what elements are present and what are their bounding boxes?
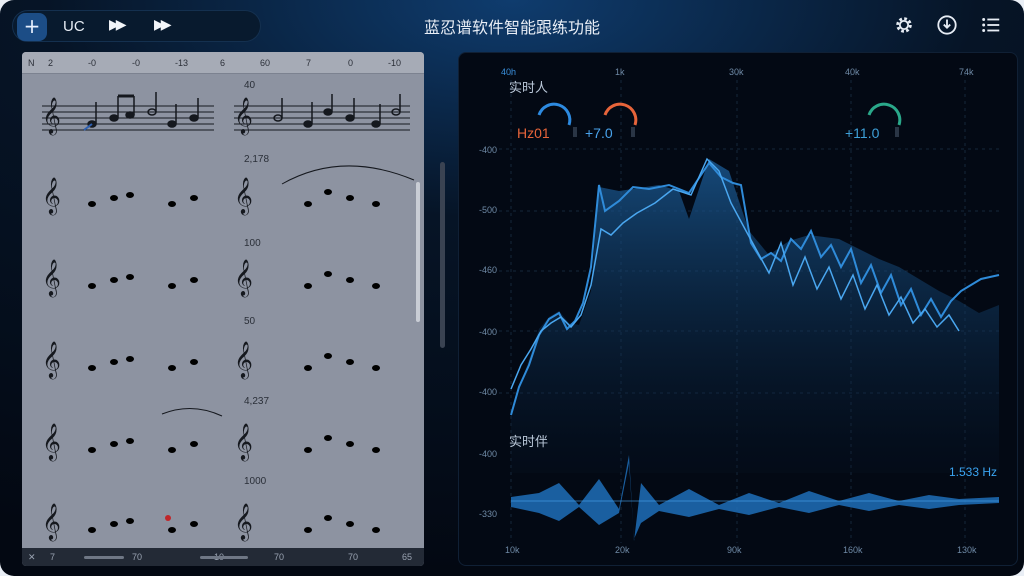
spectrum-analyzer-panel: 40h 1k 30k 40k 74k 实时人 实时伴 Hz01 +7.0 +11… [458,52,1018,566]
time-label: 90k [727,545,742,555]
close-icon[interactable]: ✕ [28,552,36,563]
staff-system [42,105,410,131]
freq-label: 30k [729,67,744,77]
knob-hz-value[interactable]: Hz01 [517,125,550,141]
measure-label: 2,178 [244,154,270,165]
download-button[interactable] [936,14,958,36]
treble-clef-icon: 𝄞 [234,96,253,134]
gear-icon [896,17,912,33]
knob-arc-level [867,102,902,126]
knob-level-value[interactable]: +11.0 [845,125,879,141]
ruler-tick: 65 [402,552,413,562]
treble-clef-icon: 𝄞 [234,176,253,214]
download-circle-icon [937,15,957,35]
current-note-marker [165,515,171,521]
treble-clef-icon: 𝄞 [42,502,61,540]
db-label: -400 [479,145,498,155]
vertical-scrollbar[interactable] [416,182,420,322]
db-label: -400 [479,327,498,337]
app-window: + UC ▶▶ ▶▶ 蓝忍谱软件智能跟练功能 N 2 -0 -0 -13 6 6… [0,0,1024,576]
sheet-music-panel[interactable]: N 2 -0 -0 -13 6 60 7 0 -10 40 2,178 100 … [22,52,424,566]
knob-arc-gain [603,102,638,126]
time-label: 130k [957,545,977,555]
panel-divider-handle[interactable] [440,162,445,348]
db-label: -330 [479,509,498,519]
db-label: -400 [479,449,498,459]
treble-clef-icon: 𝄞 [234,502,253,540]
time-label: 160k [843,545,863,555]
treble-clef-icon: 𝄞 [42,258,61,296]
ruler-tick: 70 [348,552,359,562]
treble-clef-icon: 𝄞 [42,422,61,460]
waveform-value: 1.533 Hz [949,465,998,479]
treble-clef-icon: 𝄞 [42,176,61,214]
horizontal-scrollbar[interactable] [200,556,248,559]
freq-label: 40k [845,67,860,77]
treble-clef-icon: 𝄞 [234,258,253,296]
treble-clef-icon: 𝄞 [42,340,61,378]
freq-label: 1k [615,67,625,77]
ruler-tick: 70 [274,552,285,562]
page-title: 蓝忍谱软件智能跟练功能 [423,18,600,37]
measure-label: 40 [244,80,256,91]
spectrum-area [511,159,999,473]
time-label: 20k [615,545,630,555]
db-label: -500 [479,205,498,215]
treble-clef-icon: 𝄞 [234,340,253,378]
list-menu-icon [982,18,1000,32]
ruler-tick: 70 [132,552,143,562]
knob-gain-value[interactable]: +7.0 [585,125,613,141]
settings-button[interactable] [893,14,915,36]
measure-label: 50 [244,316,256,327]
menu-button[interactable] [980,14,1002,36]
measure-label: 4,237 [244,396,270,407]
time-label: 10k [505,545,520,555]
treble-clef-icon: 𝄞 [42,96,61,134]
ruler-tick: 7 [50,552,56,562]
treble-clef-icon: 𝄞 [234,422,253,460]
measure-label: 100 [244,238,261,249]
db-label: -460 [479,265,498,275]
knob-arc-hz [537,102,572,126]
horizontal-scrollbar[interactable] [84,556,124,559]
top-bar: + UC ▶▶ ▶▶ 蓝忍谱软件智能跟练功能 [0,0,1024,52]
vocal-realtime-title: 实时人 [509,81,549,96]
db-label: -400 [479,387,498,397]
score-bottom-ruler: ✕ 7 70 10 70 70 65 [22,548,424,566]
accompaniment-realtime-title: 实时伴 [509,435,549,450]
freq-label: 40h [501,67,517,77]
freq-label: 74k [959,67,974,77]
score-staves [41,92,415,537]
measure-label: 1000 [244,476,267,487]
